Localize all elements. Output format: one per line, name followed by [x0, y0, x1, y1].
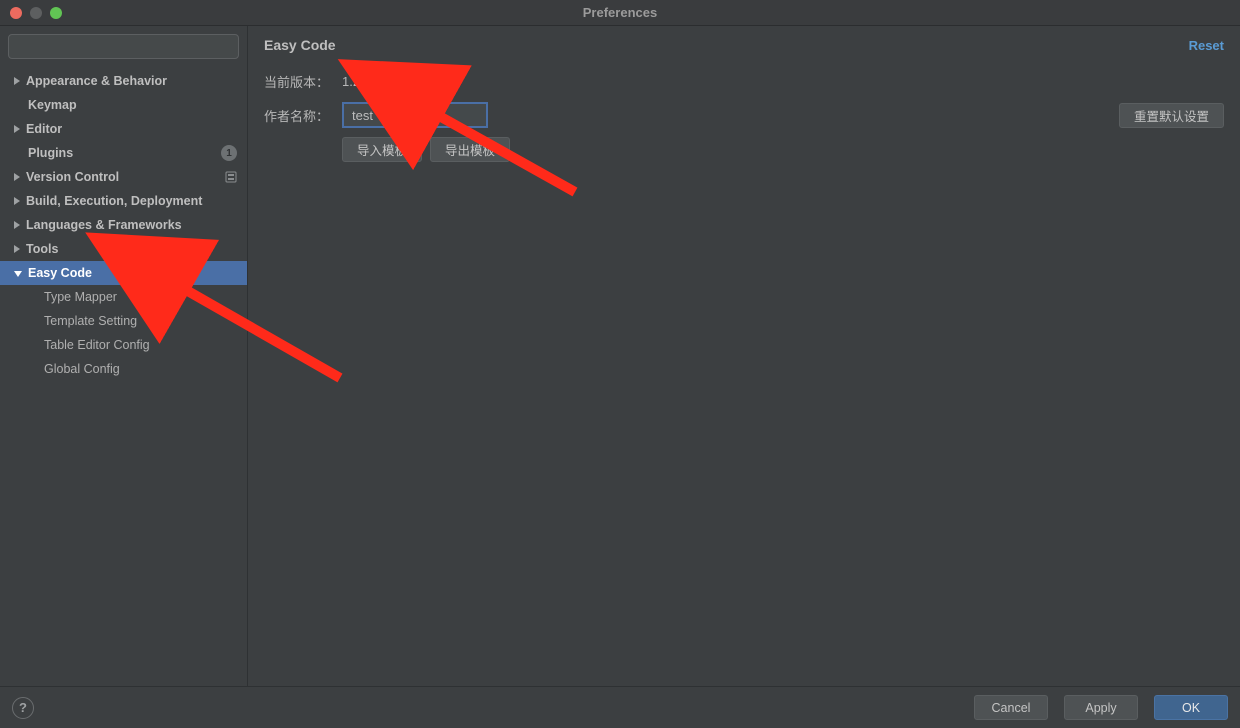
sidebar-item-label: Global Config [44, 362, 120, 376]
sidebar-item-keymap[interactable]: Keymap [0, 93, 247, 117]
chevron-right-icon [14, 125, 20, 133]
sidebar-item-build[interactable]: Build, Execution, Deployment [0, 189, 247, 213]
sidebar-item-label: Editor [26, 122, 62, 136]
sidebar-item-label: Version Control [26, 170, 119, 184]
reset-default-button[interactable]: 重置默认设置 [1119, 103, 1224, 128]
ok-button[interactable]: OK [1154, 695, 1228, 720]
main-panel: Easy Code Reset 当前版本： 1.2.4 作者名称： 重置默认设置… [248, 26, 1240, 686]
sidebar: Appearance & Behavior Keymap Editor Plug… [0, 26, 248, 686]
sidebar-item-label: Template Setting [44, 314, 137, 328]
footer: ? Cancel Apply OK [0, 686, 1240, 728]
sidebar-item-appearance[interactable]: Appearance & Behavior [0, 69, 247, 93]
sidebar-item-template-setting[interactable]: Template Setting [0, 309, 247, 333]
author-input[interactable] [342, 102, 488, 128]
sidebar-item-label: Table Editor Config [44, 338, 150, 352]
sidebar-item-label: Appearance & Behavior [26, 74, 167, 88]
sidebar-item-editor[interactable]: Editor [0, 117, 247, 141]
minimize-window-icon[interactable] [30, 7, 42, 19]
window-title: Preferences [0, 5, 1240, 20]
version-label: 当前版本： [264, 72, 342, 91]
help-button[interactable]: ? [12, 697, 34, 719]
template-buttons-row: 导入模板 导出模板 [264, 132, 1224, 166]
sidebar-item-version-control[interactable]: Version Control [0, 165, 247, 189]
chevron-right-icon [14, 197, 20, 205]
sidebar-item-label: Languages & Frameworks [26, 218, 182, 232]
sidebar-item-label: Tools [26, 242, 58, 256]
chevron-right-icon [14, 221, 20, 229]
chevron-right-icon [14, 245, 20, 253]
import-template-button[interactable]: 导入模板 [342, 137, 422, 162]
version-row: 当前版本： 1.2.4 [264, 64, 1224, 98]
settings-tree[interactable]: Appearance & Behavior Keymap Editor Plug… [0, 67, 247, 686]
cancel-button[interactable]: Cancel [974, 695, 1048, 720]
sidebar-item-tools[interactable]: Tools [0, 237, 247, 261]
project-scope-icon [225, 171, 237, 183]
export-template-button[interactable]: 导出模板 [430, 137, 510, 162]
close-window-icon[interactable] [10, 7, 22, 19]
sidebar-item-label: Build, Execution, Deployment [26, 194, 202, 208]
sidebar-item-label: Easy Code [28, 266, 92, 280]
zoom-window-icon[interactable] [50, 7, 62, 19]
breadcrumb: Easy Code Reset [248, 26, 1240, 64]
version-value: 1.2.4 [342, 74, 371, 89]
window-controls [0, 7, 62, 19]
titlebar: Preferences [0, 0, 1240, 26]
search-container [0, 26, 247, 67]
form: 当前版本： 1.2.4 作者名称： 重置默认设置 导入模板 导出模板 [248, 64, 1240, 166]
sidebar-item-plugins[interactable]: Plugins 1 [0, 141, 247, 165]
author-row: 作者名称： 重置默认设置 [264, 98, 1224, 132]
apply-button[interactable]: Apply [1064, 695, 1138, 720]
sidebar-item-label: Plugins [28, 146, 73, 160]
reset-link[interactable]: Reset [1189, 38, 1224, 53]
update-badge: 1 [221, 145, 237, 161]
search-input[interactable] [8, 34, 239, 59]
sidebar-item-table-editor-config[interactable]: Table Editor Config [0, 333, 247, 357]
sidebar-item-languages[interactable]: Languages & Frameworks [0, 213, 247, 237]
chevron-right-icon [14, 173, 20, 181]
author-label: 作者名称： [264, 106, 342, 125]
sidebar-item-type-mapper[interactable]: Type Mapper [0, 285, 247, 309]
chevron-down-icon [14, 271, 22, 277]
chevron-right-icon [14, 77, 20, 85]
sidebar-item-easy-code[interactable]: Easy Code [0, 261, 247, 285]
sidebar-item-label: Type Mapper [44, 290, 117, 304]
sidebar-item-label: Keymap [28, 98, 77, 112]
sidebar-item-global-config[interactable]: Global Config [0, 357, 247, 381]
page-title: Easy Code [264, 37, 336, 53]
body: Appearance & Behavior Keymap Editor Plug… [0, 26, 1240, 686]
